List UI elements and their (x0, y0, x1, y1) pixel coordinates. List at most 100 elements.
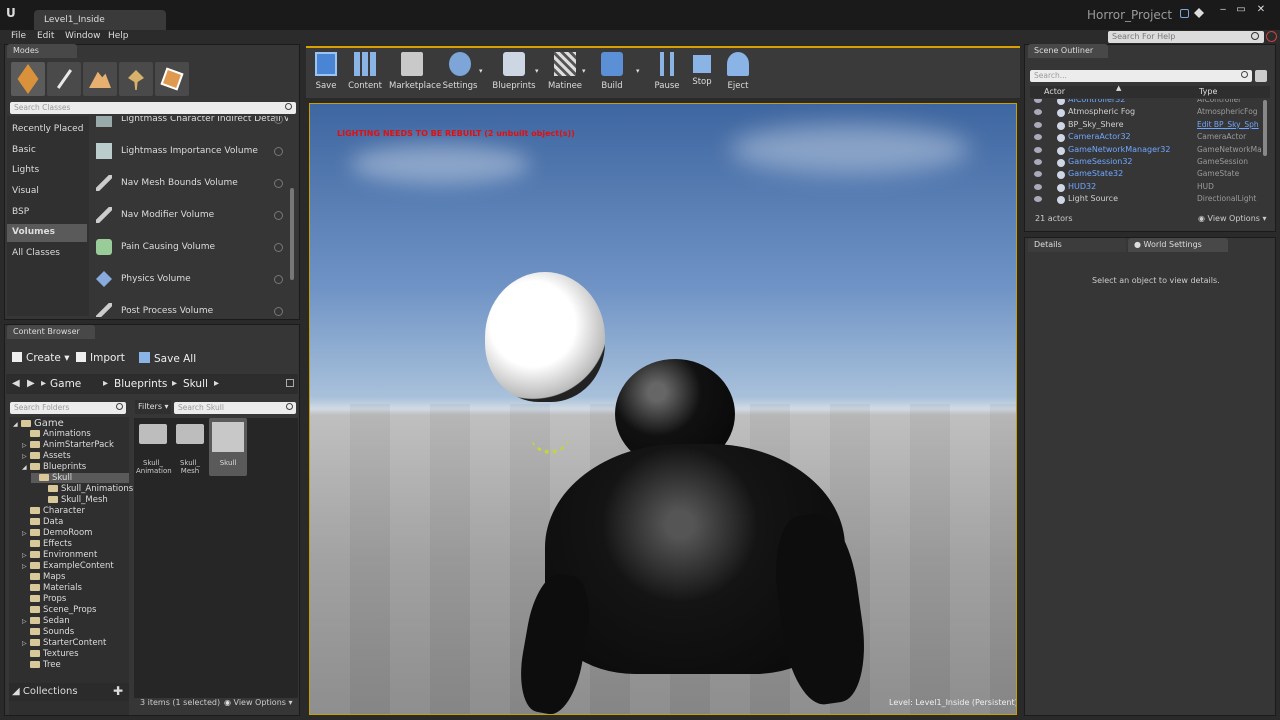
minimize-button[interactable]: ‒ (1216, 4, 1230, 16)
outliner-row[interactable]: GameNetworkManager32 GameNetworkMa (1032, 145, 1262, 157)
list-item[interactable]: Lightmass Character Indirect Detail V (92, 116, 288, 135)
folder-character[interactable]: Character (22, 506, 85, 516)
folder-environment[interactable]: ▷ Environment (22, 550, 97, 560)
category-lights[interactable]: Lights (12, 165, 39, 175)
breadcrumb-game[interactable]: Game (50, 378, 81, 390)
outliner-row[interactable]: AIController32 AIController (1032, 99, 1262, 107)
world-settings-tab[interactable]: ● World Settings (1128, 238, 1228, 252)
folder-skull-mesh[interactable]: Skull_Mesh (40, 495, 108, 505)
eject-button[interactable]: Eject (715, 48, 761, 94)
close-button[interactable]: ✕ (1254, 4, 1268, 16)
marketplace-button[interactable]: Marketplace (389, 48, 441, 94)
geometry-mode-button[interactable] (155, 62, 189, 96)
collections-header[interactable]: ◢ Collections (12, 686, 78, 697)
outliner-row[interactable]: Light Source DirectionalLight (1032, 194, 1262, 206)
chevron-down-icon[interactable]: ▾ (636, 67, 640, 75)
folder-sounds[interactable]: Sounds (22, 627, 74, 637)
folder-maps[interactable]: Maps (22, 572, 65, 582)
level-viewport[interactable]: LIGHTING NEEDS TO BE REBUILT (2 unbuilt … (309, 103, 1017, 715)
list-item[interactable]: Pain Causing Volume (92, 233, 286, 263)
list-item[interactable]: Physics Volume (92, 265, 286, 295)
search-assets-input[interactable]: Search Skull (174, 402, 296, 414)
folder-textures[interactable]: Textures (22, 649, 79, 659)
menu-window[interactable]: Window (65, 31, 101, 41)
visibility-eye-icon[interactable] (1034, 183, 1042, 190)
scrollbar[interactable] (1263, 100, 1267, 156)
folder-game[interactable]: ◢ Game (13, 418, 64, 429)
chevron-down-icon[interactable]: ▾ (582, 67, 586, 75)
folder-demoroom[interactable]: ▷ DemoRoom (22, 528, 92, 538)
expand-arrow-icon[interactable]: ◢ (22, 464, 30, 471)
folder-effects[interactable]: Effects (22, 539, 72, 549)
expand-arrow-icon[interactable]: ▷ (22, 552, 30, 559)
expand-arrow-icon[interactable]: ▷ (22, 618, 30, 625)
column-type[interactable]: Type (1199, 87, 1217, 96)
visibility-eye-icon[interactable] (1034, 99, 1042, 103)
list-item[interactable]: Nav Mesh Bounds Volume (92, 169, 286, 199)
source-control-icon[interactable] (1180, 9, 1189, 18)
folder-scene-props[interactable]: Scene_Props (22, 605, 96, 615)
forward-arrow-icon[interactable]: ▶ (27, 378, 35, 389)
breadcrumb-blueprints[interactable]: Blueprints (114, 378, 167, 390)
lock-icon[interactable] (286, 379, 294, 387)
expand-arrow-icon[interactable]: ◢ (13, 421, 21, 428)
visibility-eye-icon[interactable] (1034, 159, 1042, 165)
actor-type[interactable]: Edit BP_Sky_Sph (1197, 120, 1259, 129)
folder-blueprints[interactable]: ◢ Blueprints (22, 462, 86, 472)
outliner-row[interactable]: GameSession32 GameSession (1032, 157, 1262, 169)
folder-skull[interactable]: Skull (31, 473, 129, 483)
help-icon[interactable] (274, 211, 283, 220)
visibility-eye-icon[interactable] (1034, 121, 1042, 128)
outliner-search-input[interactable]: Search... (1030, 70, 1252, 82)
visibility-eye-icon[interactable] (1034, 196, 1042, 203)
chevron-down-icon[interactable]: ▾ (535, 67, 539, 75)
folder-startercontent[interactable]: ▷ StarterContent (22, 638, 106, 648)
folder-sedan[interactable]: ▷ Sedan (22, 616, 70, 626)
foliage-mode-button[interactable] (119, 62, 153, 96)
expand-arrow-icon[interactable]: ▷ (22, 530, 30, 537)
folder-props[interactable]: Props (22, 594, 66, 604)
folder-skull-mesh[interactable]: Skull_Mesh (173, 422, 207, 475)
category-basic[interactable]: Basic (12, 145, 36, 155)
back-arrow-icon[interactable]: ◀ (12, 378, 20, 389)
visibility-eye-icon[interactable] (1034, 146, 1042, 153)
chevron-down-icon[interactable]: ▾ (479, 67, 483, 75)
expand-arrow-icon[interactable]: ▷ (22, 563, 30, 570)
search-help-input[interactable]: Search For Help (1108, 31, 1264, 43)
no-entry-icon[interactable] (1266, 31, 1277, 42)
help-icon[interactable] (274, 179, 283, 188)
content-button[interactable]: Content (342, 48, 388, 94)
help-icon[interactable] (274, 147, 283, 156)
place-mode-button[interactable] (11, 62, 45, 96)
menu-edit[interactable]: Edit (37, 31, 54, 41)
maximize-button[interactable]: ▭ (1234, 4, 1248, 16)
view-options-button[interactable]: ◉ View Options ▾ (224, 698, 293, 707)
breadcrumb-skull[interactable]: Skull (183, 378, 208, 390)
import-button[interactable]: Import (76, 352, 125, 364)
settings-button[interactable]: Settings (437, 48, 483, 94)
blueprints-button[interactable]: Blueprints (491, 48, 537, 94)
menu-help[interactable]: Help (108, 31, 129, 41)
outliner-row[interactable]: CameraActor32 CameraActor (1032, 132, 1262, 144)
category-bsp[interactable]: BSP (12, 207, 29, 217)
expand-arrow-icon[interactable]: ▷ (22, 442, 30, 449)
list-item[interactable]: Lightmass Importance Volume (92, 137, 286, 167)
category-all-classes[interactable]: All Classes (12, 248, 60, 258)
folder-animstarterpack[interactable]: ▷ AnimStarterPack (22, 440, 114, 450)
visibility-eye-icon[interactable] (1034, 109, 1042, 116)
add-collection-icon[interactable]: ✚ (113, 685, 123, 697)
scrollbar[interactable] (290, 188, 294, 280)
folder-data[interactable]: Data (22, 517, 63, 527)
list-item[interactable]: Nav Modifier Volume (92, 201, 286, 231)
outliner-row[interactable]: BP_Sky_Shere Edit BP_Sky_Sph (1032, 120, 1262, 132)
modes-tab[interactable]: Modes (7, 44, 77, 58)
category-volumes[interactable]: Volumes (12, 227, 55, 237)
category-visual[interactable]: Visual (12, 186, 39, 196)
visibility-eye-icon[interactable] (1034, 171, 1042, 178)
outliner-row[interactable]: HUD32 HUD (1032, 182, 1262, 194)
search-classes-input[interactable]: Search Classes (10, 102, 296, 114)
landscape-mode-button[interactable] (83, 62, 117, 96)
outliner-row[interactable]: Atmospheric Fog AtmosphericFog (1032, 107, 1262, 119)
help-icon[interactable] (274, 307, 283, 316)
outliner-row[interactable]: GameState32 GameState (1032, 169, 1262, 181)
